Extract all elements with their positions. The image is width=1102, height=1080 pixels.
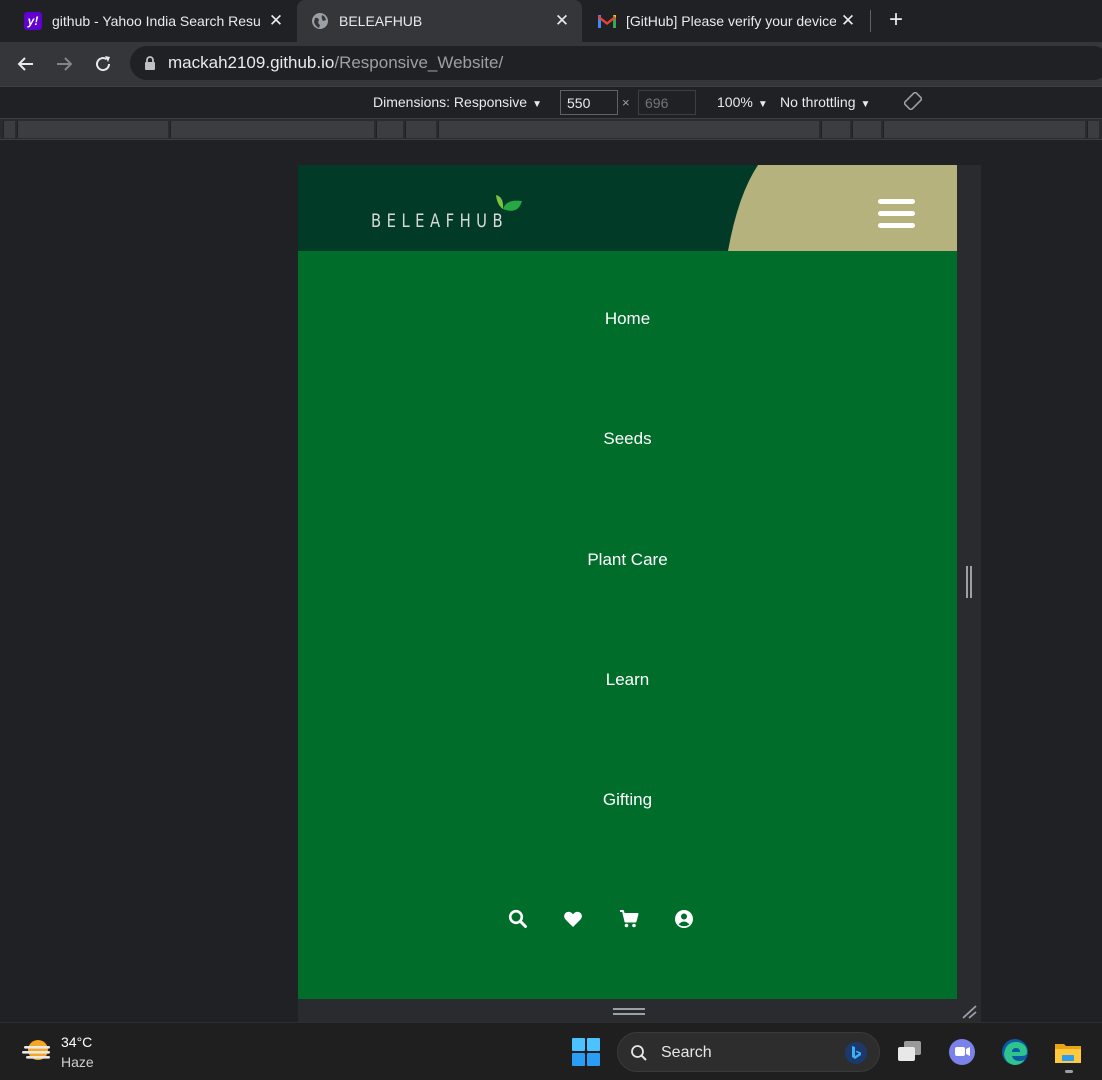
lock-icon (145, 56, 155, 70)
forward-button[interactable] (51, 51, 77, 77)
caret-down-icon: ▼ (757, 99, 768, 110)
browser-toolbar: mackah2109.github.io/Responsive_Website/ (0, 42, 1102, 86)
emulated-page: BELEAFHUB Home Seeds Plant Care Learn Gi… (298, 165, 957, 999)
close-tab-icon[interactable]: ✕ (838, 11, 858, 31)
caret-down-icon: ▼ (860, 99, 871, 110)
rotate-icon[interactable] (904, 92, 922, 110)
tab-separator (870, 10, 871, 32)
task-view-icon[interactable] (895, 1037, 925, 1067)
menu-icon-row (506, 909, 706, 931)
media-query-segment[interactable] (1087, 121, 1099, 138)
hamburger-menu-button[interactable] (878, 199, 915, 233)
arrow-left-icon (17, 57, 33, 71)
nav-item-gifting[interactable]: Gifting (298, 790, 957, 810)
site-logo-text[interactable]: BELEAFHUB (371, 210, 508, 232)
media-query-segment[interactable] (852, 121, 881, 138)
active-app-indicator (1065, 1070, 1073, 1073)
reload-icon (96, 56, 111, 72)
resize-handle-corner[interactable] (960, 1003, 978, 1019)
weather-temperature: 34°C (61, 1034, 93, 1050)
tab-title: github - Yahoo India Search Resu (52, 13, 261, 29)
resize-handle-right[interactable] (966, 566, 974, 598)
windows-taskbar: 34°C Haze Search (0, 1022, 1102, 1080)
resize-handle-bottom[interactable] (613, 1008, 645, 1016)
device-toolbar: Dimensions: Responsive ▼ × 100% ▼ No throt… (0, 86, 1102, 118)
heart-icon[interactable] (563, 909, 583, 929)
arrow-right-icon (57, 57, 73, 71)
dimensions-dropdown[interactable]: Dimensions: Responsive ▼ (373, 94, 542, 110)
taskbar-search-box[interactable]: Search (617, 1032, 880, 1072)
tab-github-verify[interactable]: [GitHub] Please verify your device ✕ (584, 0, 868, 42)
url-path: /Responsive_Website/ (334, 53, 504, 72)
media-query-segment[interactable] (3, 121, 15, 138)
media-query-segment[interactable] (17, 121, 168, 138)
cart-icon[interactable] (619, 909, 639, 929)
edge-browser-icon[interactable] (1000, 1037, 1030, 1067)
media-query-segment[interactable] (883, 121, 1085, 138)
weather-haze-icon[interactable] (20, 1037, 54, 1067)
globe-icon (312, 13, 328, 29)
gmail-icon (598, 15, 616, 28)
nav-item-learn[interactable]: Learn (298, 670, 957, 690)
throttling-dropdown[interactable]: No throttling ▼ (780, 94, 870, 110)
nav-item-home[interactable]: Home (298, 309, 957, 329)
media-query-segment[interactable] (438, 121, 819, 138)
media-query-bar (0, 118, 1102, 140)
zoom-label: 100% (717, 94, 753, 110)
weather-condition: Haze (61, 1054, 94, 1070)
user-icon[interactable] (674, 909, 694, 929)
hamburger-bar (878, 199, 915, 204)
search-icon (631, 1045, 647, 1061)
media-query-segment[interactable] (405, 121, 436, 138)
back-button[interactable] (13, 51, 39, 77)
bing-icon[interactable] (844, 1041, 868, 1065)
width-input[interactable] (560, 90, 618, 115)
file-explorer-icon[interactable] (1053, 1037, 1083, 1067)
url-host: mackah2109.github.io (168, 53, 335, 72)
hamburger-bar (878, 223, 915, 228)
tab-strip: y! github - Yahoo India Search Resu ✕ BE… (0, 0, 1102, 42)
new-tab-button[interactable]: + (884, 8, 908, 33)
leaf-icon (496, 195, 522, 211)
reload-button[interactable] (90, 51, 116, 77)
teams-chat-icon[interactable] (947, 1037, 977, 1067)
address-bar[interactable]: mackah2109.github.io/Responsive_Website/ (130, 46, 1102, 80)
tab-title: [GitHub] Please verify your device (626, 13, 836, 29)
throttling-label: No throttling (780, 94, 856, 110)
header-accent-shape (728, 165, 957, 251)
site-header: BELEAFHUB (298, 165, 957, 251)
tab-yahoo-search[interactable]: y! github - Yahoo India Search Resu ✕ (14, 0, 296, 42)
close-tab-icon[interactable]: ✕ (266, 11, 286, 31)
tab-title: BELEAFHUB (339, 13, 423, 29)
search-icon[interactable] (508, 909, 528, 929)
nav-item-plant-care[interactable]: Plant Care (298, 550, 957, 570)
times-symbol: × (622, 95, 630, 110)
tab-beleafhub[interactable]: BELEAFHUB ✕ (297, 0, 582, 42)
hamburger-bar (878, 211, 915, 216)
close-tab-icon[interactable]: ✕ (552, 11, 572, 31)
dimensions-label: Dimensions: Responsive (373, 94, 528, 110)
height-input[interactable] (638, 90, 696, 115)
media-query-segment[interactable] (170, 121, 374, 138)
zoom-dropdown[interactable]: 100% ▼ (717, 94, 768, 110)
caret-down-icon: ▼ (532, 99, 542, 110)
windows-start-icon[interactable] (571, 1037, 601, 1067)
yahoo-icon: y! (24, 12, 42, 30)
nav-item-seeds[interactable]: Seeds (298, 429, 957, 449)
taskbar-search-label: Search (661, 1044, 712, 1061)
media-query-segment[interactable] (821, 121, 850, 138)
media-query-segment[interactable] (376, 121, 403, 138)
